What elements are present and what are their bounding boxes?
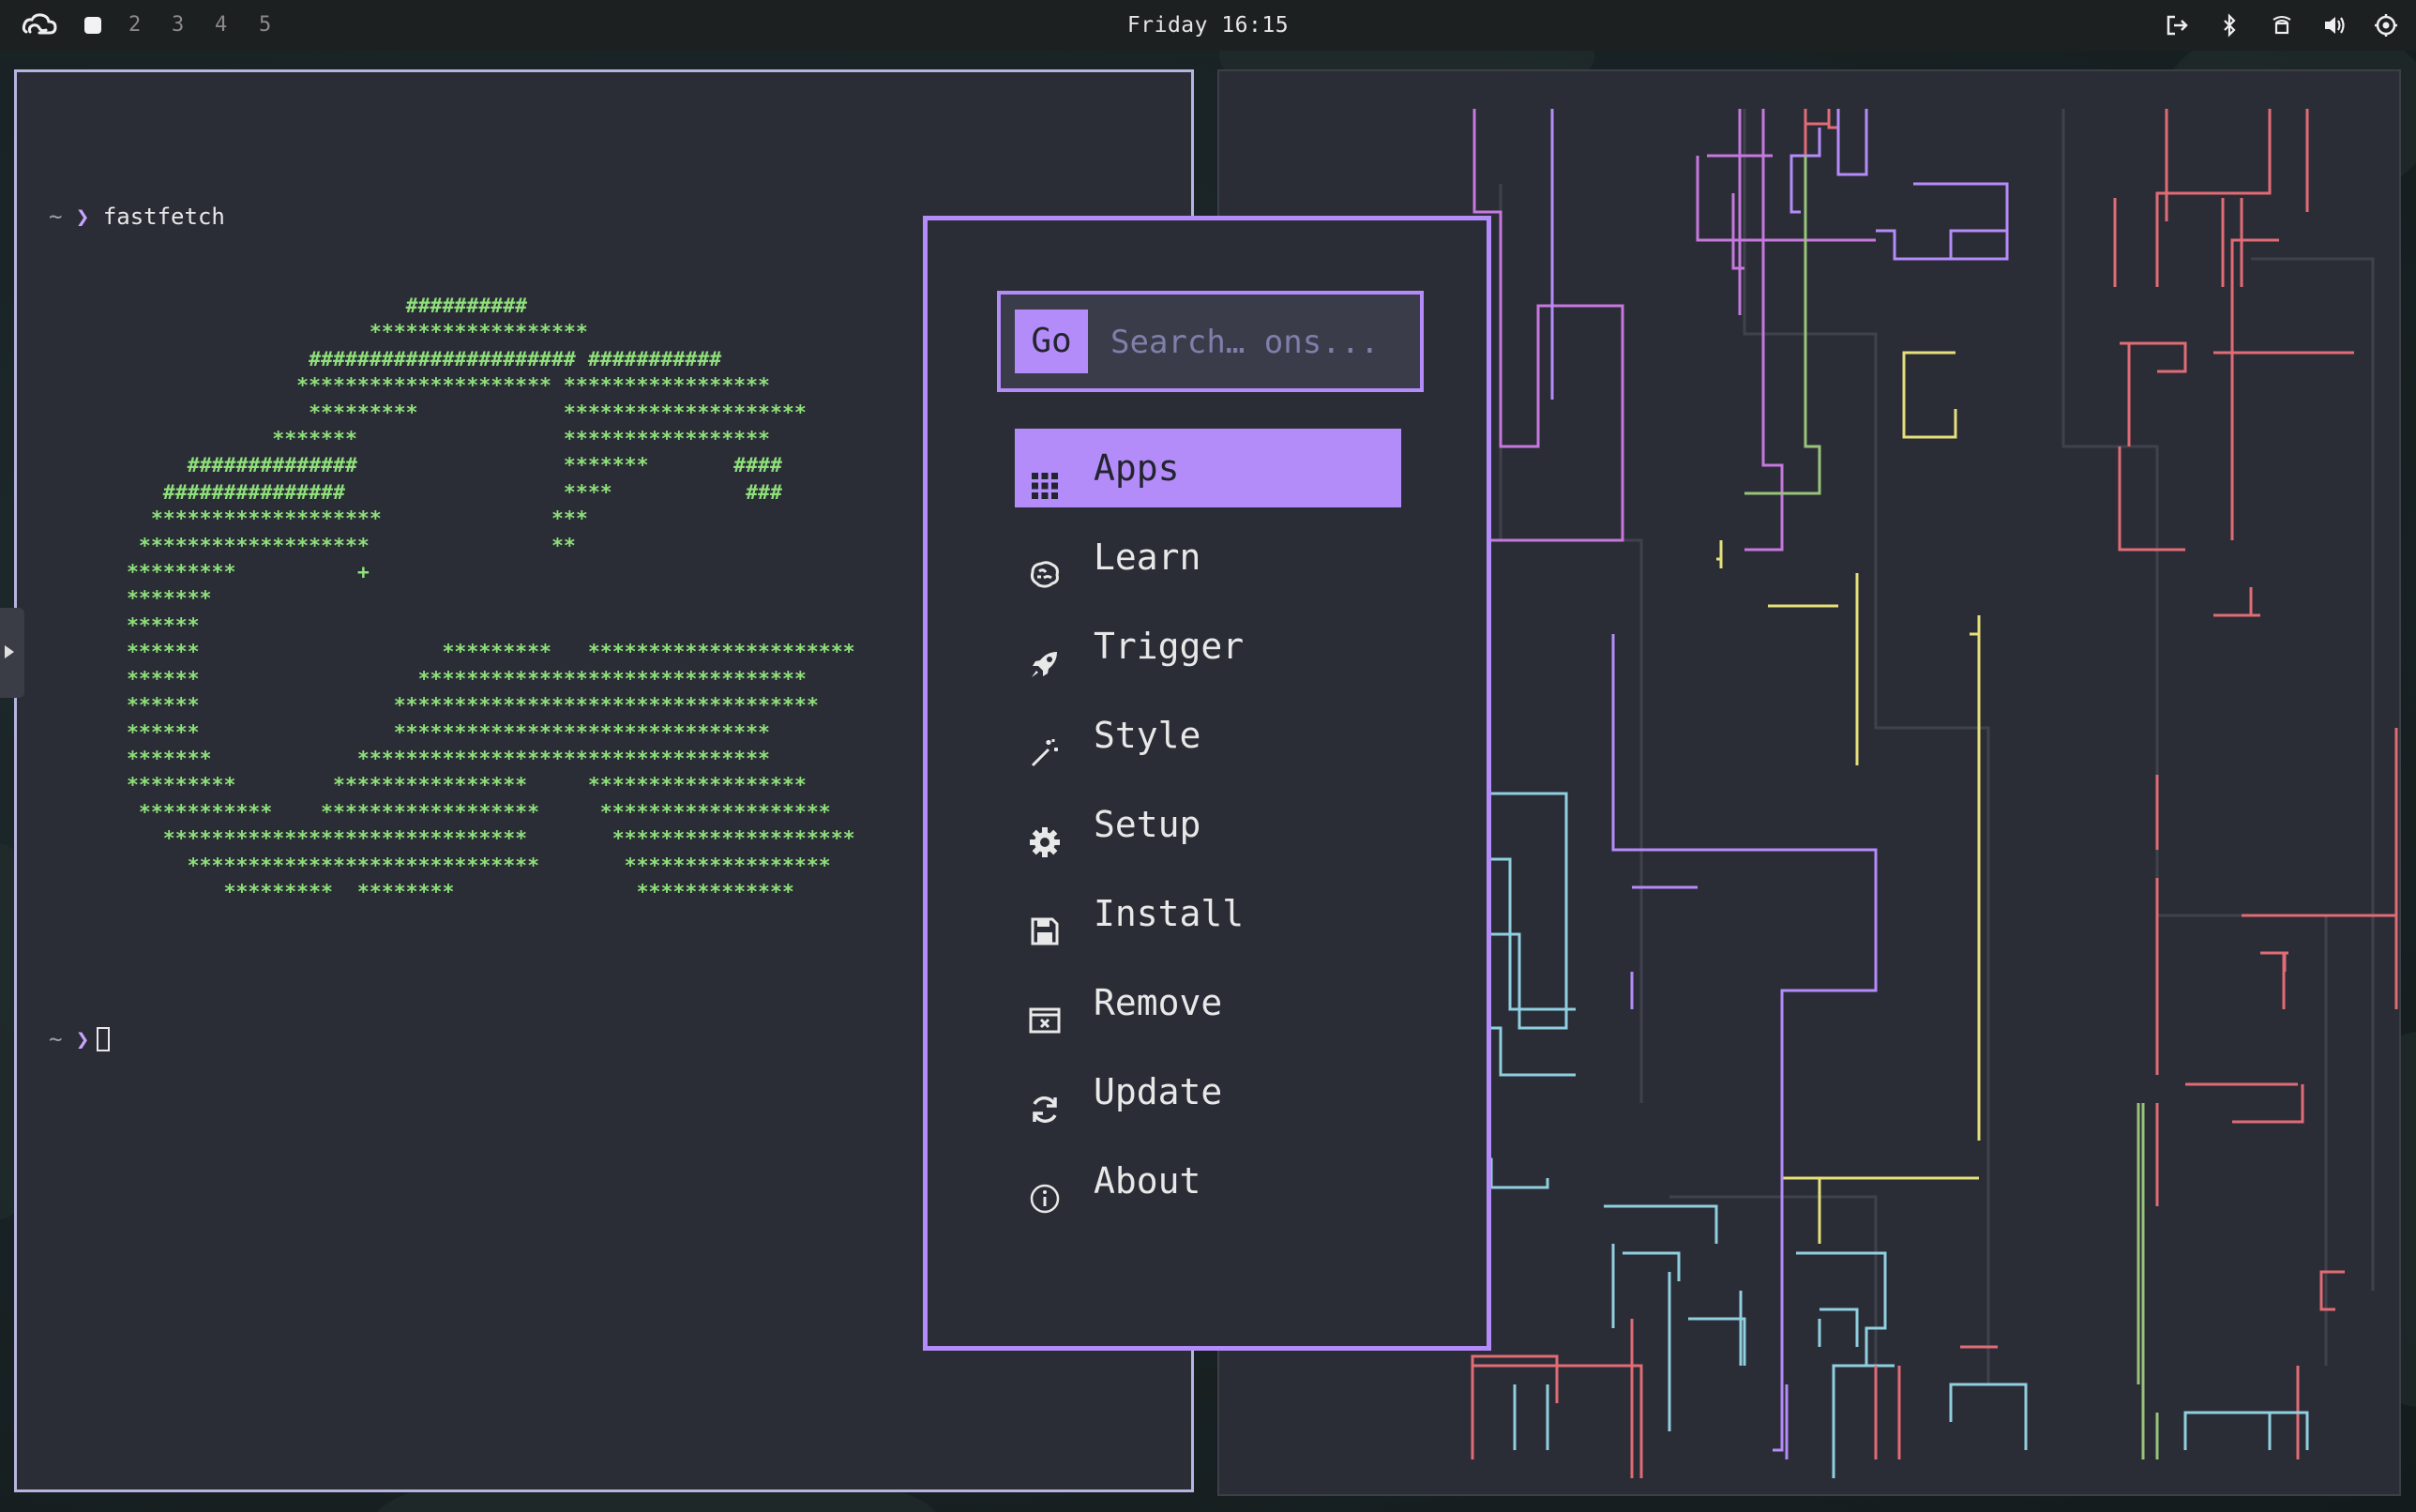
menu-item-setup[interactable]: Setup xyxy=(1015,785,1401,864)
menu-item-label: About xyxy=(1094,1160,1201,1202)
bluetooth-icon[interactable] xyxy=(2216,12,2242,38)
network-icon[interactable] xyxy=(2269,12,2295,38)
menu-item-trigger[interactable]: Trigger xyxy=(1015,607,1401,686)
menu-item-apps[interactable]: Apps xyxy=(1015,429,1401,507)
launcher-menu: Go Apps Learn Trigger Style Setup xyxy=(923,216,1491,1351)
search-box: Go xyxy=(997,291,1424,392)
menu-item-label: Learn xyxy=(1094,537,1201,578)
menu-item-label: Install xyxy=(1094,893,1245,934)
command-text: fastfetch xyxy=(102,204,225,230)
menu-item-label: Remove xyxy=(1094,982,1223,1023)
refresh-icon xyxy=(1028,1075,1062,1124)
menu-item-label: Setup xyxy=(1094,804,1201,845)
menu-item-update[interactable]: Update xyxy=(1015,1052,1401,1131)
remove-window-icon xyxy=(1028,986,1062,1034)
clock[interactable]: Friday 16:15 xyxy=(0,11,2416,39)
logout-icon[interactable] xyxy=(2164,12,2190,38)
magic-wand-icon xyxy=(1028,718,1062,767)
prompt-tilde: ~ xyxy=(49,204,63,230)
menu-item-install[interactable]: Install xyxy=(1015,874,1401,953)
ascii-logo: ########## ****************** ##########… xyxy=(126,295,855,904)
menu-item-label: Trigger xyxy=(1094,626,1245,667)
active-prompt[interactable]: ~ ❯ xyxy=(49,1026,111,1052)
grid-icon xyxy=(1028,451,1062,499)
menu-item-style[interactable]: Style xyxy=(1015,696,1401,775)
command-line: ~ ❯ fastfetch xyxy=(49,204,225,230)
prompt-tilde: ~ xyxy=(49,1026,63,1052)
prompt-arrow: ❯ xyxy=(75,204,90,230)
menu-item-label: Style xyxy=(1094,715,1201,756)
gear-icon xyxy=(1028,808,1062,857)
menu-item-about[interactable]: About xyxy=(1015,1142,1401,1220)
rocket-icon xyxy=(1028,629,1062,677)
info-icon xyxy=(1028,1164,1062,1214)
side-panel-toggle[interactable] xyxy=(0,608,24,698)
menu-item-label: Update xyxy=(1094,1071,1223,1112)
floppy-disk-icon xyxy=(1028,897,1062,945)
top-bar: 2 3 4 5 Friday 16:15 xyxy=(0,0,2416,51)
power-icon[interactable] xyxy=(2373,12,2399,38)
menu-item-learn[interactable]: Learn xyxy=(1015,518,1401,597)
menu-item-remove[interactable]: Remove xyxy=(1015,963,1401,1042)
text-cursor xyxy=(97,1027,111,1051)
menu-item-label: Apps xyxy=(1094,447,1180,489)
volume-icon[interactable] xyxy=(2321,12,2348,38)
go-button[interactable]: Go xyxy=(1015,310,1088,373)
search-input[interactable] xyxy=(1109,310,1403,375)
prompt-arrow: ❯ xyxy=(75,1026,90,1052)
brain-icon xyxy=(1028,540,1062,588)
